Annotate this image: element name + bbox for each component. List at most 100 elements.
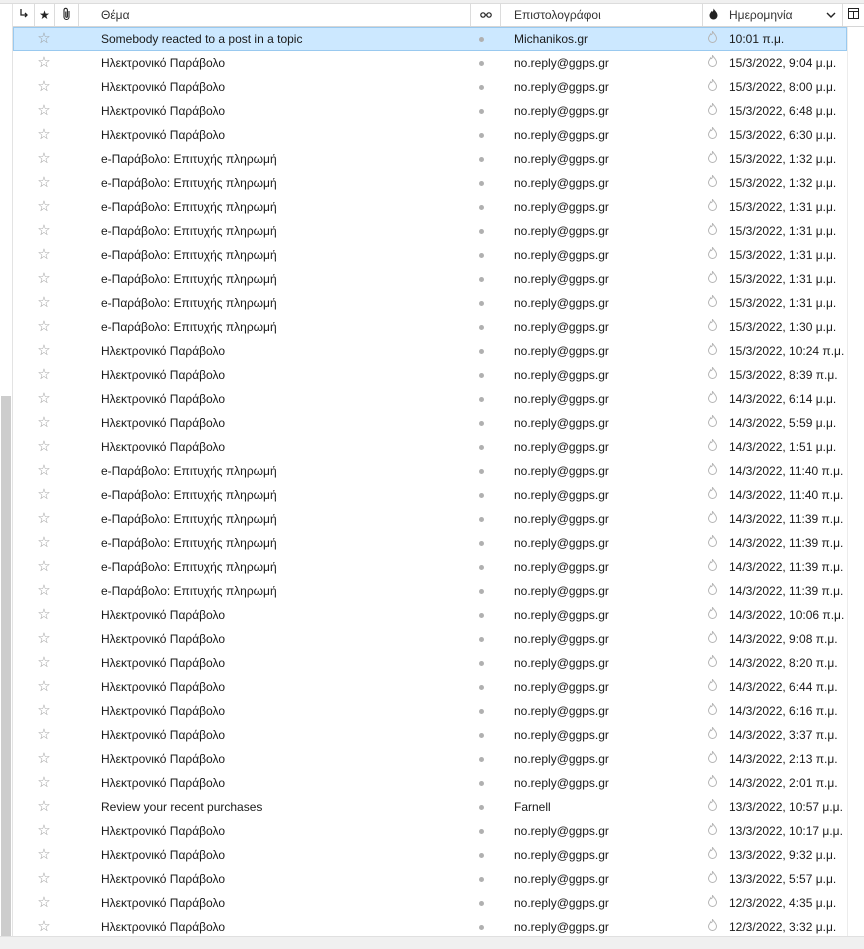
message-row[interactable]: ☆ Ηλεκτρονικό Παράβολο no.reply@ggps.gr 14/… — [13, 747, 847, 771]
message-row[interactable]: ☆ Ηλεκτρονικό Παράβολο no.reply@ggps.gr 14/… — [13, 675, 847, 699]
read-status-dot-icon[interactable] — [476, 435, 486, 459]
junk-status-icon[interactable] — [705, 843, 719, 867]
junk-status-icon[interactable] — [705, 771, 719, 795]
read-status-dot-icon[interactable] — [476, 243, 486, 267]
star-toggle-icon[interactable]: ☆ — [35, 843, 53, 867]
message-row[interactable]: ☆ Ηλεκτρονικό Παράβολο no.reply@ggps.gr 15/… — [13, 339, 847, 363]
message-row[interactable]: ☆ Ηλεκτρονικό Παράβολο no.reply@ggps.gr 14/… — [13, 387, 847, 411]
read-status-dot-icon[interactable] — [476, 819, 486, 843]
junk-status-icon[interactable] — [705, 579, 719, 603]
junk-status-icon[interactable] — [705, 747, 719, 771]
star-toggle-icon[interactable]: ☆ — [35, 675, 53, 699]
message-row[interactable]: ☆ e-Παράβολο: Επιτυχής πληρωμή no.reply@gg… — [13, 219, 847, 243]
attachment-column-header[interactable] — [55, 4, 79, 26]
star-toggle-icon[interactable]: ☆ — [35, 243, 53, 267]
read-status-dot-icon[interactable] — [476, 315, 486, 339]
junk-status-icon[interactable] — [705, 363, 719, 387]
read-status-dot-icon[interactable] — [476, 771, 486, 795]
star-toggle-icon[interactable]: ☆ — [35, 627, 53, 651]
read-status-dot-icon[interactable] — [476, 723, 486, 747]
star-toggle-icon[interactable]: ☆ — [35, 867, 53, 891]
junk-status-icon[interactable] — [705, 675, 719, 699]
message-row[interactable]: ☆ Ηλεκτρονικό Παράβολο no.reply@ggps.gr 15/… — [13, 99, 847, 123]
column-picker-button[interactable] — [843, 4, 864, 26]
message-row[interactable]: ☆ Ηλεκτρονικό Παράβολο no.reply@ggps.gr 14/… — [13, 699, 847, 723]
read-status-dot-icon[interactable] — [476, 75, 486, 99]
message-row[interactable]: ☆ Ηλεκτρονικό Παράβολο no.reply@ggps.gr 14/… — [13, 435, 847, 459]
read-status-dot-icon[interactable] — [476, 795, 486, 819]
read-status-dot-icon[interactable] — [476, 147, 486, 171]
star-toggle-icon[interactable]: ☆ — [35, 651, 53, 675]
star-toggle-icon[interactable]: ☆ — [35, 579, 53, 603]
read-status-dot-icon[interactable] — [476, 675, 486, 699]
subject-column-header[interactable]: Θέμα — [79, 4, 471, 26]
read-status-dot-icon[interactable] — [476, 579, 486, 603]
read-status-dot-icon[interactable] — [476, 99, 486, 123]
message-row[interactable]: ☆ Ηλεκτρονικό Παράβολο no.reply@ggps.gr 12/… — [13, 891, 847, 915]
junk-status-icon[interactable] — [705, 435, 719, 459]
junk-column-header[interactable] — [703, 4, 723, 26]
read-status-dot-icon[interactable] — [476, 603, 486, 627]
junk-status-icon[interactable] — [705, 459, 719, 483]
message-row[interactable]: ☆ e-Παράβολο: Επιτυχής πληρωμή no.reply@gg… — [13, 195, 847, 219]
junk-status-icon[interactable] — [705, 339, 719, 363]
read-status-dot-icon[interactable] — [476, 171, 486, 195]
folder-pane-scrollbar[interactable] — [0, 4, 13, 936]
star-toggle-icon[interactable]: ☆ — [35, 315, 53, 339]
junk-status-icon[interactable] — [705, 51, 719, 75]
read-status-dot-icon[interactable] — [476, 339, 486, 363]
star-toggle-icon[interactable]: ☆ — [35, 171, 53, 195]
junk-status-icon[interactable] — [705, 867, 719, 891]
junk-status-icon[interactable] — [705, 315, 719, 339]
star-toggle-icon[interactable]: ☆ — [35, 771, 53, 795]
message-row[interactable]: ☆ Somebody reacted to a post in a topic Mi… — [13, 27, 847, 51]
star-toggle-icon[interactable]: ☆ — [35, 555, 53, 579]
junk-status-icon[interactable] — [705, 891, 719, 915]
message-row[interactable]: ☆ Ηλεκτρονικό Παράβολο no.reply@ggps.gr 13/… — [13, 867, 847, 891]
read-status-dot-icon[interactable] — [476, 219, 486, 243]
junk-status-icon[interactable] — [705, 171, 719, 195]
thread-column-header[interactable] — [13, 4, 35, 26]
star-toggle-icon[interactable]: ☆ — [35, 795, 53, 819]
star-toggle-icon[interactable]: ☆ — [35, 483, 53, 507]
read-status-dot-icon[interactable] — [476, 123, 486, 147]
junk-status-icon[interactable] — [705, 243, 719, 267]
junk-status-icon[interactable] — [705, 99, 719, 123]
star-toggle-icon[interactable]: ☆ — [35, 723, 53, 747]
read-status-dot-icon[interactable] — [476, 27, 486, 51]
junk-status-icon[interactable] — [705, 483, 719, 507]
message-row[interactable]: ☆ e-Παράβολο: Επιτυχής πληρωμή no.reply@gg… — [13, 315, 847, 339]
junk-status-icon[interactable] — [705, 219, 719, 243]
star-toggle-icon[interactable]: ☆ — [35, 147, 53, 171]
message-row[interactable]: ☆ Ηλεκτρονικό Παράβολο no.reply@ggps.gr 13/… — [13, 843, 847, 867]
read-status-dot-icon[interactable] — [476, 483, 486, 507]
read-status-dot-icon[interactable] — [476, 363, 486, 387]
star-toggle-icon[interactable]: ☆ — [35, 507, 53, 531]
junk-status-icon[interactable] — [705, 699, 719, 723]
message-row[interactable]: ☆ Ηλεκτρονικό Παράβολο no.reply@ggps.gr 15/… — [13, 123, 847, 147]
star-toggle-icon[interactable]: ☆ — [35, 267, 53, 291]
star-toggle-icon[interactable]: ☆ — [35, 27, 53, 51]
star-toggle-icon[interactable]: ☆ — [35, 219, 53, 243]
junk-status-icon[interactable] — [705, 387, 719, 411]
junk-status-icon[interactable] — [705, 819, 719, 843]
read-status-dot-icon[interactable] — [476, 651, 486, 675]
message-row[interactable]: ☆ Ηλεκτρονικό Παράβολο no.reply@ggps.gr 14/… — [13, 603, 847, 627]
message-row[interactable]: ☆ e-Παράβολο: Επιτυχής πληρωμή no.reply@gg… — [13, 291, 847, 315]
junk-status-icon[interactable] — [705, 915, 719, 936]
star-toggle-icon[interactable]: ☆ — [35, 891, 53, 915]
star-toggle-icon[interactable]: ☆ — [35, 531, 53, 555]
star-toggle-icon[interactable]: ☆ — [35, 51, 53, 75]
message-row[interactable]: ☆ e-Παράβολο: Επιτυχής πληρωμή no.reply@gg… — [13, 579, 847, 603]
junk-status-icon[interactable] — [705, 267, 719, 291]
junk-status-icon[interactable] — [705, 555, 719, 579]
message-row[interactable]: ☆ Ηλεκτρονικό Παράβολο no.reply@ggps.gr 12/… — [13, 915, 847, 936]
star-column-header[interactable]: ★ — [35, 4, 55, 26]
star-toggle-icon[interactable]: ☆ — [35, 363, 53, 387]
junk-status-icon[interactable] — [705, 795, 719, 819]
message-row[interactable]: ☆ Ηλεκτρονικό Παράβολο no.reply@ggps.gr 15/… — [13, 51, 847, 75]
star-toggle-icon[interactable]: ☆ — [35, 819, 53, 843]
star-toggle-icon[interactable]: ☆ — [35, 915, 53, 936]
message-row[interactable]: ☆ e-Παράβολο: Επιτυχής πληρωμή no.reply@gg… — [13, 147, 847, 171]
folder-pane-scrollbar-thumb[interactable] — [1, 396, 11, 936]
